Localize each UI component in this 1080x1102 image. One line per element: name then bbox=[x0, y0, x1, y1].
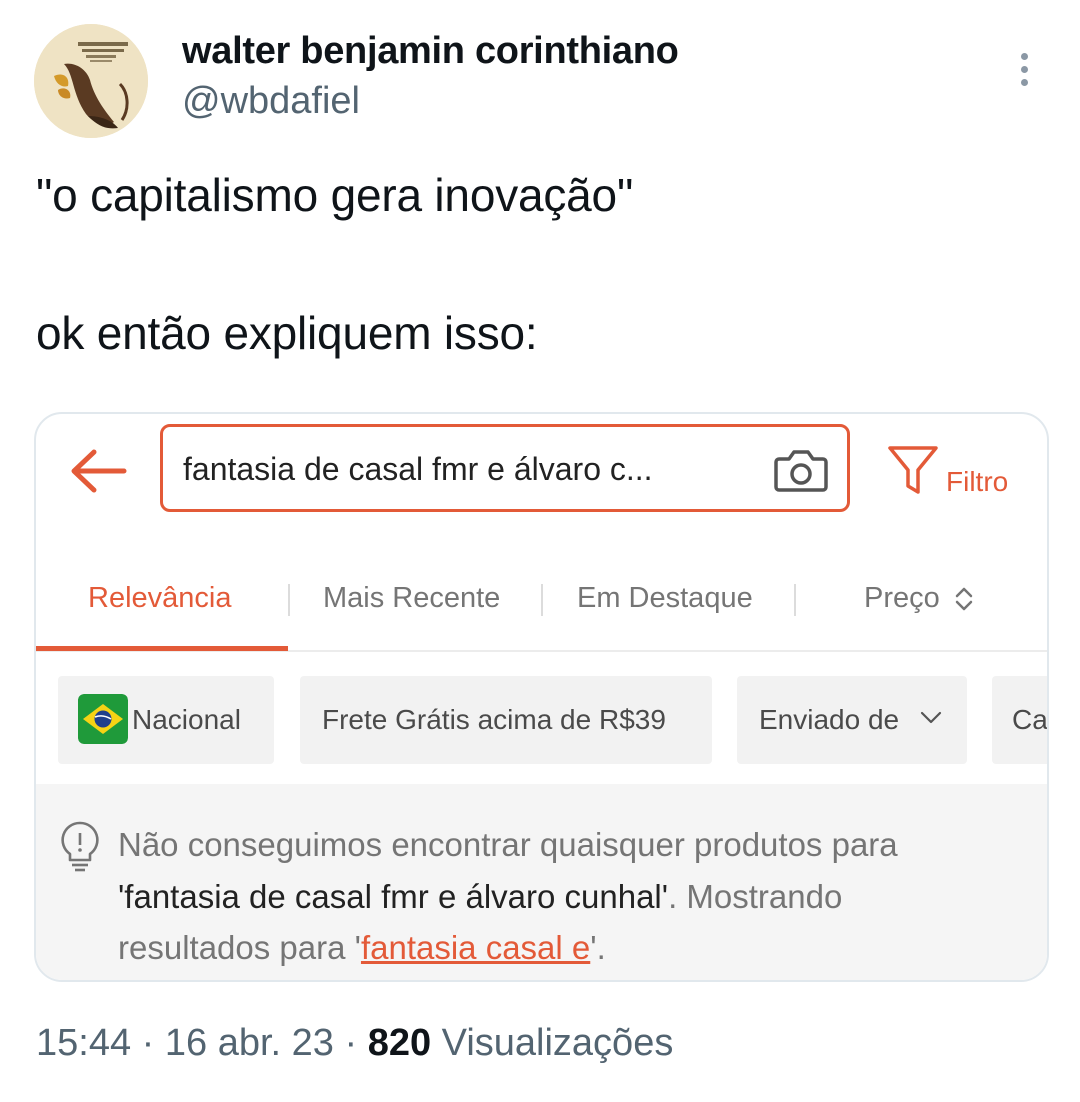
chip-nacional: Nacional bbox=[58, 676, 274, 764]
notice-line-1: Não conseguimos encontrar quaisquer prod… bbox=[118, 826, 898, 863]
sort-updown-icon bbox=[955, 588, 973, 611]
chip-partial: Ca bbox=[992, 676, 1048, 764]
search-input: fantasia de casal fmr e álvaro c... bbox=[160, 424, 850, 512]
filter-funnel-icon bbox=[888, 446, 938, 494]
meta-separator: · bbox=[141, 1022, 155, 1064]
avatar[interactable] bbox=[34, 24, 148, 138]
tab-relevancia: Relevância bbox=[88, 582, 232, 614]
chip-label: Frete Grátis acima de R$39 bbox=[322, 704, 666, 735]
arrow-left-icon bbox=[71, 449, 127, 493]
sort-tabs: Relevância Mais Recente Em Destaque Preç… bbox=[36, 564, 1047, 652]
user-handle[interactable]: @wbdafiel bbox=[182, 80, 360, 123]
tweet-meta: 15:44 · 16 abr. 23 · 820 Visualizações bbox=[36, 1022, 673, 1065]
tab-separator bbox=[541, 584, 543, 616]
notice-line-2: 'fantasia de casal fmr e álvaro cunhal'.… bbox=[118, 878, 842, 916]
suggested-search-link: fantasia casal e bbox=[360, 929, 591, 966]
filter-label: Filtro bbox=[946, 466, 1009, 497]
tweet-text-line-2: ok então expliquem isso: bbox=[36, 307, 538, 359]
book-cover-avatar-icon bbox=[34, 24, 148, 138]
lightbulb-icon bbox=[61, 821, 99, 872]
brazil-flag-icon bbox=[78, 694, 128, 744]
more-dot-icon bbox=[1020, 52, 1028, 60]
tweet-date[interactable]: 16 abr. 23 bbox=[165, 1022, 334, 1064]
notice-text: . Mostrando bbox=[668, 878, 843, 915]
more-options-button[interactable] bbox=[1006, 46, 1042, 92]
tab-preco-label: Preço bbox=[864, 582, 940, 614]
views-count: 820 bbox=[367, 1022, 432, 1064]
tweet-text-line-1: "o capitalismo gera inovação" bbox=[36, 169, 634, 221]
display-name[interactable]: walter benjamin corinthiano bbox=[182, 30, 679, 73]
views-label: Visualizações bbox=[441, 1022, 674, 1064]
more-dot-icon bbox=[1020, 65, 1028, 73]
chevron-down-icon bbox=[920, 711, 942, 724]
camera-icon bbox=[774, 450, 828, 492]
chip-label: Nacional bbox=[132, 704, 241, 735]
chip-label: Ca bbox=[1012, 704, 1048, 735]
no-results-notice: Não conseguimos encontrar quaisquer prod… bbox=[36, 784, 1047, 980]
tab-mais-recente: Mais Recente bbox=[323, 582, 501, 614]
tab-preco: Preço bbox=[864, 582, 974, 615]
tab-separator bbox=[288, 584, 290, 616]
filter-chips: Nacional Frete Grátis acima de R$39 Envi… bbox=[36, 650, 1047, 784]
notice-text: resultados para ' bbox=[118, 929, 361, 966]
filter-button: Filtro bbox=[886, 442, 1026, 502]
chip-frete-gratis: Frete Grátis acima de R$39 bbox=[300, 676, 712, 764]
tab-em-destaque: Em Destaque bbox=[577, 582, 753, 614]
notice-line-3: resultados para 'fantasia casal e'. bbox=[118, 929, 606, 967]
tab-separator bbox=[794, 584, 796, 616]
notice-query: 'fantasia de casal fmr e álvaro cunhal' bbox=[118, 878, 669, 915]
notice-text: '. bbox=[590, 929, 606, 966]
chip-label: Enviado de bbox=[759, 704, 900, 735]
attached-image[interactable]: fantasia de casal fmr e álvaro c... Filt… bbox=[34, 412, 1049, 982]
meta-separator: · bbox=[344, 1022, 358, 1064]
search-input-value: fantasia de casal fmr e álvaro c... bbox=[183, 451, 653, 487]
more-dot-icon bbox=[1020, 78, 1028, 86]
chip-enviado-de: Enviado de bbox=[737, 676, 967, 764]
tweet-time[interactable]: 15:44 bbox=[36, 1022, 131, 1064]
